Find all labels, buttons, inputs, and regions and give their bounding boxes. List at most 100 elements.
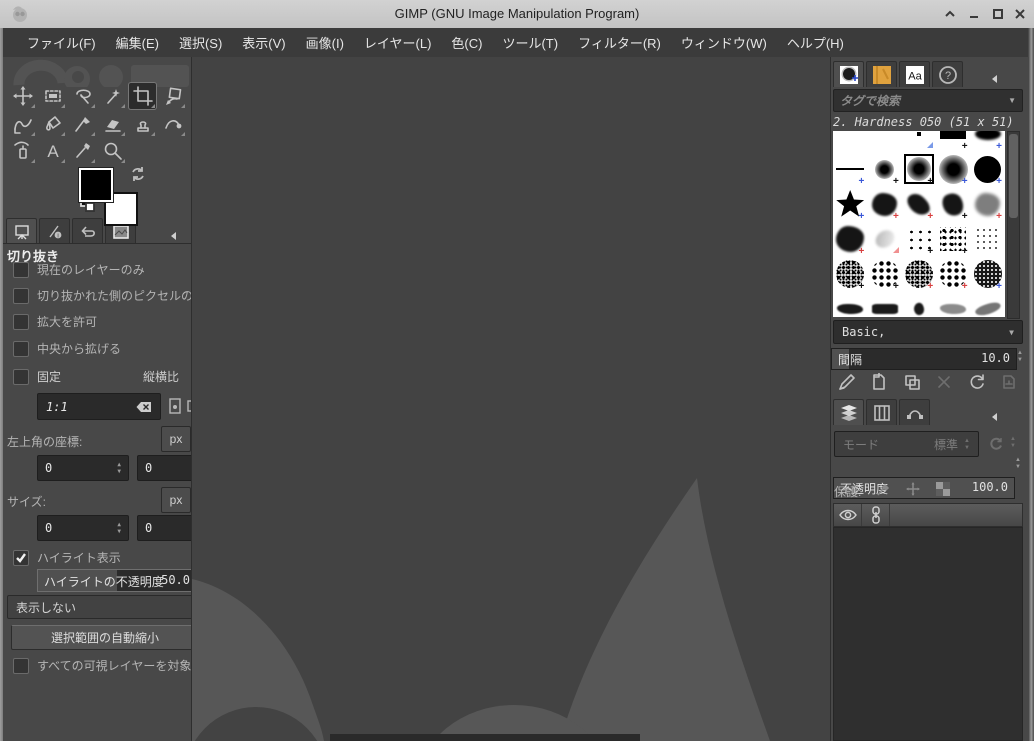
text-tool[interactable]: A	[39, 138, 66, 164]
checkbox-expand-from-center[interactable]: 中央から拡げる	[13, 340, 191, 357]
clear-input-icon[interactable]	[136, 401, 152, 413]
brush-item[interactable]	[902, 131, 936, 151]
delete-brush-button[interactable]	[931, 370, 958, 393]
opacity-spinner[interactable]: ▲ ▼	[1015, 457, 1021, 470]
checkbox-fixed[interactable]: 固定 縦横比	[13, 368, 191, 385]
brush-item[interactable]	[833, 131, 867, 151]
rectangle-select-tool[interactable]	[39, 83, 66, 109]
brush-item-selected[interactable]: +	[902, 152, 936, 187]
visibility-eye-icon[interactable]	[834, 504, 862, 526]
menu-edit[interactable]: 編集(E)	[106, 28, 169, 57]
title-bar[interactable]: GIMP (GNU Image Manipulation Program)	[0, 0, 1034, 29]
smudge-tool[interactable]	[159, 111, 186, 137]
brush-item[interactable]	[867, 131, 901, 151]
brush-tag-search-input[interactable]: タグで検索 ▼	[833, 89, 1023, 112]
eraser-tool[interactable]	[99, 111, 126, 137]
checkbox-box[interactable]	[13, 657, 29, 674]
brush-item[interactable]: +	[833, 187, 867, 222]
auto-shrink-button[interactable]: 選択範囲の自動縮小	[11, 625, 191, 650]
tab-brushes[interactable]	[833, 61, 864, 87]
fixed-mode-dropdown[interactable]: 縦横比	[143, 368, 179, 385]
size-height-input[interactable]: 0	[137, 515, 191, 541]
checkbox-box[interactable]	[13, 368, 29, 385]
checkbox-box[interactable]	[13, 287, 29, 304]
brush-grid-scrollbar[interactable]	[1007, 131, 1020, 319]
menu-select[interactable]: 選択(S)	[169, 28, 232, 57]
brush-item[interactable]: +	[902, 257, 936, 292]
refresh-brushes-button[interactable]	[963, 370, 990, 393]
canvas-area[interactable]	[192, 57, 828, 741]
unified-transform-tool[interactable]	[159, 83, 186, 109]
brush-item[interactable]: +	[833, 222, 867, 257]
free-select-tool[interactable]	[69, 83, 96, 109]
tab-patterns[interactable]	[866, 61, 897, 87]
size-width-input[interactable]: 0 ▲ ▼	[37, 515, 129, 541]
position-unit-dropdown[interactable]: px	[161, 426, 191, 452]
brush-item[interactable]	[833, 292, 867, 317]
checkbox-box[interactable]	[13, 313, 29, 330]
move-tool[interactable]	[9, 83, 36, 109]
brush-item[interactable]	[867, 222, 901, 256]
checkbox-current-layer-only[interactable]: 現在のレイヤーのみ	[13, 261, 191, 278]
brush-item[interactable]: +	[833, 152, 867, 187]
color-picker-tool[interactable]	[69, 138, 96, 164]
position-y-input[interactable]: 0	[137, 455, 191, 481]
zoom-tool[interactable]	[99, 138, 126, 164]
checkbox-highlight[interactable]: ハイライト表示	[13, 549, 191, 566]
tab-help[interactable]: ?	[932, 61, 963, 87]
menu-image[interactable]: 画像(I)	[296, 28, 354, 57]
size-unit-dropdown[interactable]: px	[161, 487, 191, 513]
duplicate-brush-button[interactable]	[898, 370, 925, 393]
portrait-orientation-button[interactable]	[165, 396, 185, 417]
checkbox-box[interactable]	[13, 261, 29, 278]
brush-item[interactable]: +	[867, 152, 901, 187]
new-brush-button[interactable]	[866, 370, 893, 393]
mode-spinner[interactable]: ▲ ▼	[964, 438, 970, 451]
brush-item[interactable]: +	[902, 222, 936, 257]
dropdown-arrow-icon[interactable]: ▼	[1008, 96, 1016, 105]
mode-switch-button[interactable]	[986, 433, 1006, 455]
tool-options-dock-menu-button[interactable]	[166, 228, 182, 244]
brush-grid[interactable]: + + + + + + + + + + + + + + + + + + + +	[833, 131, 1005, 317]
tab-fonts[interactable]: Aa	[899, 61, 930, 87]
brush-item[interactable]: +	[971, 187, 1005, 222]
brush-item[interactable]	[902, 292, 936, 317]
brush-item[interactable]: +	[936, 257, 970, 292]
menu-layer[interactable]: レイヤー(L)	[354, 28, 442, 57]
checkbox-allow-growing[interactable]: 拡大を許可	[13, 313, 191, 330]
menu-file[interactable]: ファイル(F)	[17, 28, 106, 57]
menu-help[interactable]: ヘルプ(H)	[777, 28, 854, 57]
layer-mode-dropdown[interactable]: モード 標準 ▲ ▼	[834, 431, 979, 457]
edit-brush-button[interactable]	[833, 370, 860, 393]
foreground-color-swatch[interactable]	[78, 167, 114, 203]
brush-item[interactable]: +	[936, 152, 970, 187]
open-brush-as-image-button[interactable]	[996, 370, 1023, 393]
minimize-button[interactable]	[965, 6, 983, 22]
spinner[interactable]: ▲ ▼	[117, 521, 121, 535]
spacing-slider[interactable]: 間隔 10.0	[831, 348, 1017, 370]
highlight-opacity-slider[interactable]: ハイライトの不透明度 50.0	[37, 569, 191, 592]
brush-item[interactable]: +	[936, 222, 970, 257]
swap-colors-icon[interactable]	[129, 165, 147, 188]
tab-undo-history[interactable]	[72, 218, 103, 244]
guides-dropdown[interactable]: 表示しない	[7, 595, 191, 619]
lock-alpha-icon[interactable]	[935, 481, 951, 502]
spinner[interactable]: ▲ ▼	[117, 461, 121, 475]
airbrush-tool[interactable]	[9, 138, 36, 164]
fuzzy-select-tool[interactable]	[99, 83, 126, 109]
menu-filters[interactable]: フィルター(R)	[568, 28, 671, 57]
brush-item[interactable]	[971, 292, 1005, 317]
checkbox-box-checked[interactable]	[13, 549, 29, 566]
brush-item[interactable]: +	[971, 257, 1005, 292]
tab-paths[interactable]	[899, 399, 930, 425]
tab-layers[interactable]	[833, 399, 864, 425]
brush-item[interactable]: +	[867, 187, 901, 222]
crop-tool[interactable]	[129, 83, 156, 109]
mode-extra-spinner[interactable]: ▲ ▼	[1010, 436, 1016, 449]
menu-colors[interactable]: 色(C)	[441, 28, 492, 57]
lock-position-icon[interactable]	[905, 481, 921, 502]
maximize-button[interactable]	[989, 6, 1007, 22]
brush-group-dropdown[interactable]: Basic, ▼	[833, 320, 1023, 344]
brush-item[interactable]	[936, 292, 970, 317]
clone-tool[interactable]	[129, 111, 156, 137]
